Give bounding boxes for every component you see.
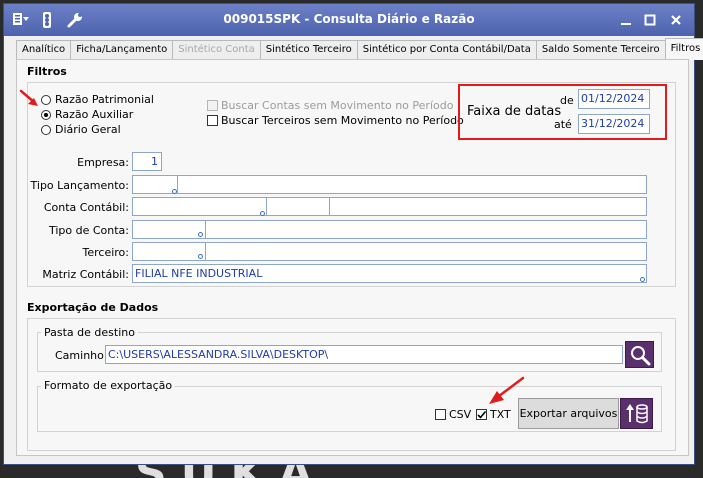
red-arrow-icon bbox=[19, 89, 38, 106]
radio-label: Diário Geral bbox=[55, 123, 121, 136]
exportar-arquivos-button[interactable]: Exportar arquivos bbox=[518, 398, 619, 429]
main-window: 009015SPK - Consulta Diário e Razão Anal… bbox=[3, 3, 703, 465]
tab-sintetico-conta[interactable]: Sintético Conta bbox=[172, 40, 261, 60]
tab-analitico[interactable]: Analítico bbox=[16, 40, 72, 60]
lookup-icon[interactable] bbox=[198, 254, 203, 259]
minimize-button[interactable] bbox=[618, 12, 634, 28]
exportacao-title: Exportação de Dados bbox=[27, 301, 159, 314]
minimize-icon bbox=[621, 23, 631, 25]
field-separator bbox=[329, 198, 330, 215]
caminho-label: Caminho: bbox=[55, 349, 108, 362]
checkbox-label: TXT bbox=[490, 408, 511, 421]
empresa-input[interactable]: 1 bbox=[132, 152, 162, 171]
tipo-de-conta-input[interactable] bbox=[132, 220, 647, 239]
checkbox-box[interactable] bbox=[207, 100, 218, 111]
radio-razao-auxiliar[interactable]: Razão Auxiliar bbox=[41, 108, 133, 121]
data-de-input[interactable]: 01/12/2024 bbox=[578, 89, 650, 109]
lookup-icon[interactable] bbox=[198, 232, 203, 237]
terceiro-input[interactable] bbox=[132, 242, 647, 261]
conta-contabil-label: Conta Contábil: bbox=[43, 201, 129, 214]
filtros-panel: Filtros Razão Patrimonial Razão Auxiliar… bbox=[16, 59, 689, 456]
checkbox-label: Buscar Terceiros sem Movimento no Períod… bbox=[221, 114, 464, 127]
maximize-icon bbox=[644, 14, 656, 26]
close-button[interactable] bbox=[668, 12, 684, 28]
tab-filtros[interactable]: Filtros bbox=[664, 38, 703, 60]
field-separator bbox=[205, 221, 206, 238]
filtros-title: Filtros bbox=[27, 65, 67, 78]
faixa-de-datas-label: Faixa de datas bbox=[467, 104, 562, 119]
radio-diario-geral[interactable]: Diário Geral bbox=[41, 123, 121, 136]
checkbox-label: CSV bbox=[449, 408, 472, 421]
de-label: de bbox=[560, 94, 574, 107]
check-buscar-contas-sem-movimento[interactable]: Buscar Contas sem Movimento no Período bbox=[207, 99, 453, 112]
matriz-contabil-input[interactable]: FILIAL NFE INDUSTRIAL bbox=[132, 264, 647, 283]
tab-sintetico-terceiro[interactable]: Sintético Terceiro bbox=[259, 40, 358, 60]
checkbox-box[interactable] bbox=[435, 409, 446, 420]
check-txt[interactable]: TXT bbox=[476, 408, 511, 421]
tab-sintetico-conta-contabil-data[interactable]: Sintético por Conta Contábil/Data bbox=[356, 40, 537, 60]
terceiro-label: Terceiro: bbox=[82, 246, 130, 259]
matriz-contabil-label: Matriz Contábil: bbox=[42, 268, 129, 281]
radio-circle[interactable] bbox=[41, 124, 51, 135]
formato-exportacao-legend: Formato de exportação bbox=[41, 379, 176, 392]
browse-folder-button[interactable] bbox=[625, 341, 654, 368]
field-separator bbox=[177, 176, 178, 193]
lookup-icon[interactable] bbox=[172, 189, 177, 194]
window-title: 009015SPK - Consulta Diário e Razão bbox=[223, 12, 475, 26]
field-separator bbox=[266, 198, 267, 215]
exportar-arquivos-label: Exportar arquivos bbox=[519, 407, 618, 420]
tipo-de-conta-label: Tipo de Conta: bbox=[48, 224, 129, 237]
radio-razao-patrimonial[interactable]: Razão Patrimonial bbox=[41, 93, 154, 106]
data-ate-input[interactable]: 31/12/2024 bbox=[578, 114, 650, 134]
checkbox-label: Buscar Contas sem Movimento no Período bbox=[221, 99, 454, 112]
radio-circle-selected[interactable] bbox=[41, 109, 51, 120]
tab-strip: Analítico Ficha/Lançamento Sintético Con… bbox=[16, 38, 703, 60]
tab-saldo-somente-terceiro[interactable]: Saldo Somente Terceiro bbox=[535, 40, 666, 60]
maximize-button[interactable] bbox=[642, 12, 658, 28]
radio-label: Razão Patrimonial bbox=[55, 93, 154, 106]
lookup-icon[interactable] bbox=[640, 277, 645, 282]
pasta-destino-legend: Pasta de destino bbox=[41, 326, 138, 339]
lookup-icon[interactable] bbox=[260, 211, 265, 216]
check-csv[interactable]: CSV bbox=[435, 408, 471, 421]
radio-circle[interactable] bbox=[41, 94, 51, 105]
ate-label: até bbox=[554, 118, 572, 131]
exportar-arquivos-icon-button[interactable] bbox=[620, 398, 653, 429]
field-separator bbox=[205, 243, 206, 260]
tipo-lancamento-label: Tipo Lançamento: bbox=[30, 179, 129, 192]
checkmark-icon bbox=[477, 410, 487, 419]
title-bar: 009015SPK - Consulta Diário e Razão bbox=[4, 4, 694, 36]
checkbox-box[interactable] bbox=[207, 115, 218, 126]
conta-contabil-input[interactable] bbox=[132, 197, 647, 216]
search-icon bbox=[630, 345, 650, 365]
check-buscar-terceiros-sem-movimento[interactable]: Buscar Terceiros sem Movimento no Períod… bbox=[207, 114, 464, 127]
caminho-input[interactable]: C:\USERS\ALESSANDRA.SILVA\DESKTOP\ bbox=[105, 345, 623, 364]
tipo-lancamento-input[interactable] bbox=[132, 175, 647, 194]
export-database-icon bbox=[625, 403, 648, 423]
empresa-label: Empresa: bbox=[77, 156, 129, 169]
tab-ficha-lancamento[interactable]: Ficha/Lançamento bbox=[70, 40, 174, 60]
radio-label: Razão Auxiliar bbox=[55, 108, 134, 121]
close-icon bbox=[671, 15, 681, 25]
checkbox-box-checked[interactable] bbox=[476, 409, 487, 420]
